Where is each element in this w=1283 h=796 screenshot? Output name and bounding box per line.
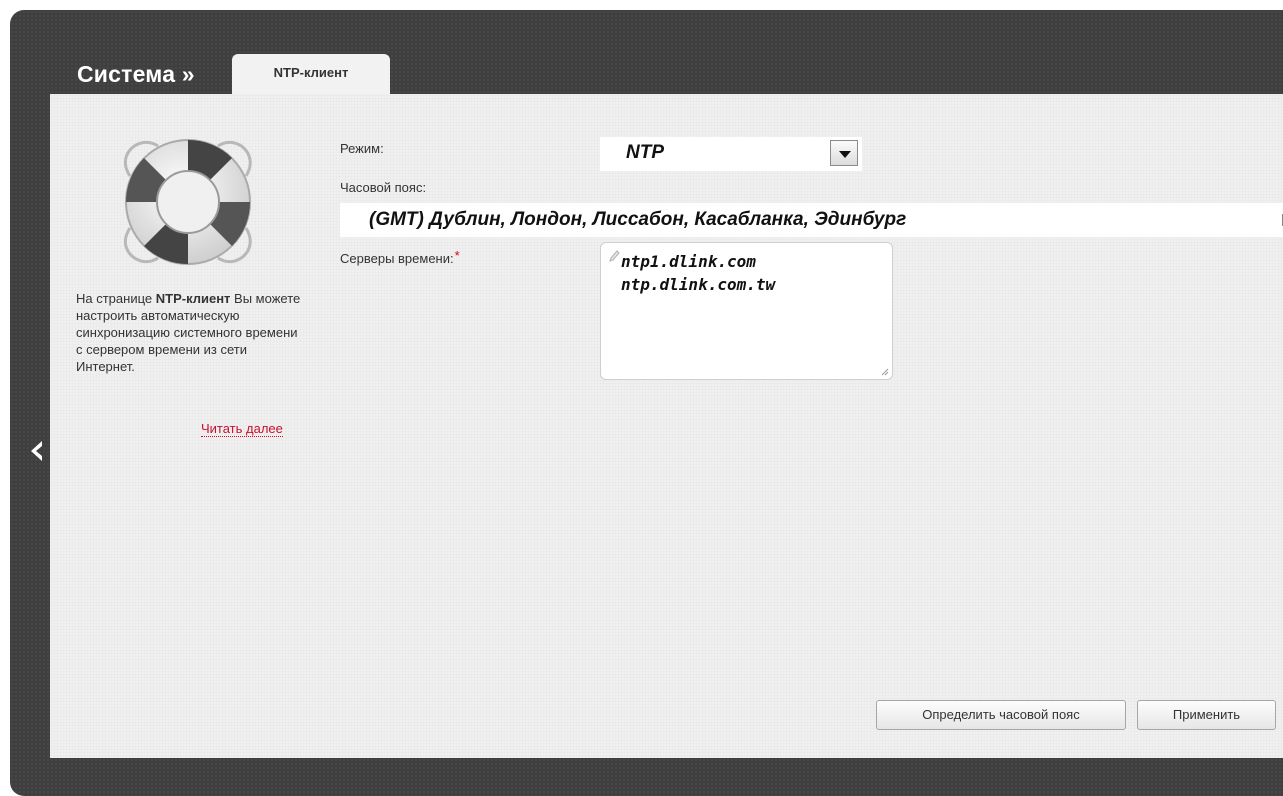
mode-select-value: NTP — [626, 142, 664, 163]
detect-timezone-button[interactable]: Определить часовой пояс — [876, 700, 1126, 730]
server-entry: ntp.dlink.com.tw — [621, 275, 776, 294]
description-prefix: На странице — [76, 291, 156, 306]
time-servers-textarea[interactable]: ntp1.dlink.com ntp.dlink.com.tw — [600, 242, 893, 380]
chevron-down-icon — [839, 151, 851, 158]
mode-label: Режим: — [340, 141, 384, 156]
chevron-left-icon[interactable] — [28, 438, 44, 464]
pencil-icon — [609, 250, 620, 262]
description-bold: NTP-клиент — [155, 291, 231, 306]
lifebuoy-icon — [123, 139, 252, 265]
server-entry: ntp1.dlink.com — [621, 252, 756, 271]
page-description: На странице NTP-клиент Вы можете настрои… — [76, 290, 301, 375]
servers-label: Серверы времени:* — [340, 248, 460, 266]
tab-ntp-client[interactable]: NTP-клиент — [232, 54, 390, 96]
timezone-label: Часовой пояс: — [340, 180, 427, 195]
timezone-select[interactable]: (GMT) Дублин, Лондон, Лиссабон, Касаблан… — [340, 203, 1283, 237]
dropdown-edge-icon — [1278, 214, 1283, 226]
mode-dropdown-button[interactable] — [830, 140, 858, 166]
resize-grip-icon[interactable] — [881, 368, 889, 376]
required-mark: * — [454, 248, 460, 263]
mode-select[interactable]: NTP — [600, 137, 862, 171]
breadcrumb-root[interactable]: Система » — [77, 61, 195, 88]
apply-button[interactable]: Применить — [1137, 700, 1276, 730]
read-more-link[interactable]: Читать далее — [201, 421, 283, 437]
timezone-select-value: (GMT) Дублин, Лондон, Лиссабон, Касаблан… — [369, 209, 907, 230]
time-servers-list: ntp1.dlink.com ntp.dlink.com.tw — [621, 250, 775, 296]
servers-label-text: Серверы времени: — [340, 251, 454, 266]
